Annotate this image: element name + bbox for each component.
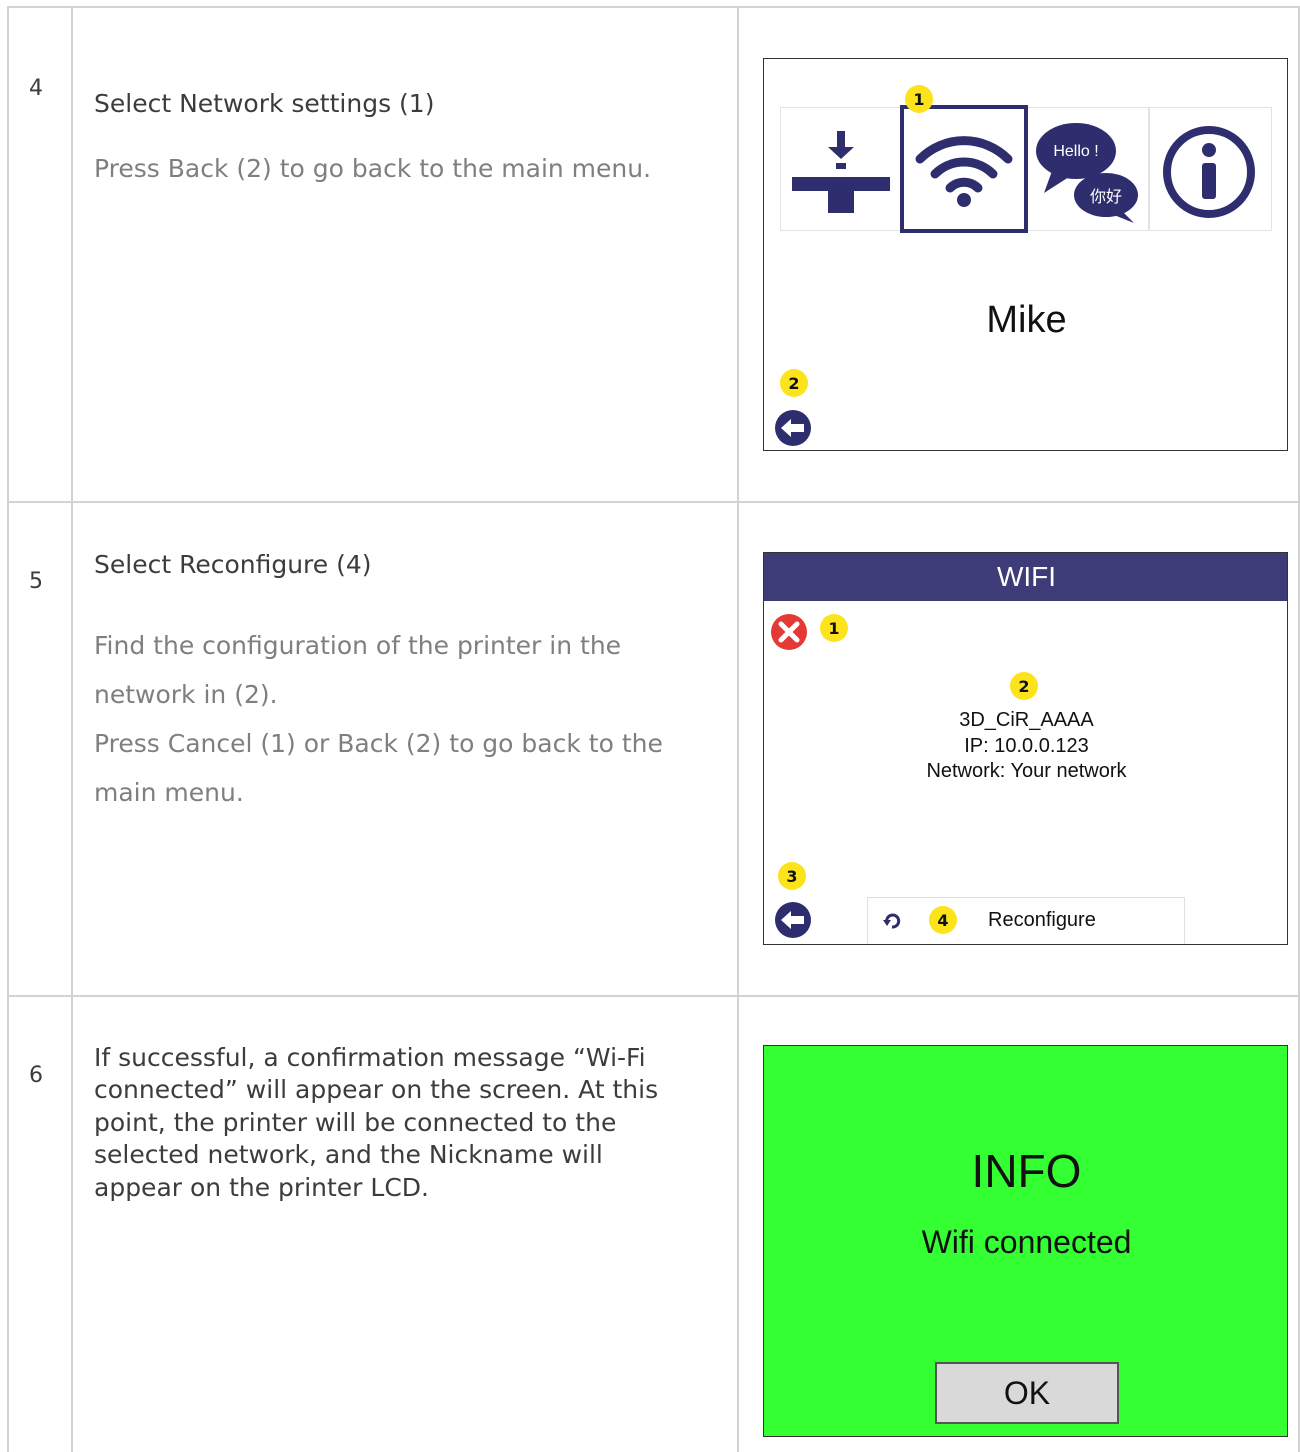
- step-instruction: selected network, and the Nickname will: [94, 1140, 603, 1169]
- step-instruction: connected” will appear on the screen. At…: [94, 1075, 659, 1104]
- step-instruction: appear on the printer LCD.: [94, 1173, 429, 1202]
- step-instruction-detail: Find the configuration of the printer in…: [94, 631, 622, 660]
- callout-badge: 2: [1010, 672, 1038, 700]
- language-icon: Hello ! 你好: [1036, 123, 1138, 223]
- step-instruction-detail: network in (2).: [94, 680, 278, 709]
- step-number: 6: [29, 1063, 43, 1088]
- hello-text: Hello !: [1053, 143, 1098, 160]
- step-instruction-detail: main menu.: [94, 778, 244, 807]
- back-arrow-icon[interactable]: [773, 408, 813, 448]
- step-instruction: If successful, a confirmation message “W…: [94, 1043, 646, 1072]
- printer-nickname: Mike: [986, 299, 1067, 341]
- chinese-text: 你好: [1090, 187, 1122, 206]
- menu-divider: [1148, 107, 1150, 231]
- step-instruction: Select Reconfigure (4): [94, 550, 372, 579]
- ok-button[interactable]: OK: [935, 1362, 1119, 1424]
- step-instruction-detail: Press Back (2) to go back to the main me…: [94, 154, 652, 183]
- callout-badge: 1: [820, 614, 848, 642]
- callout-badge: 4: [929, 906, 957, 934]
- step-number: 4: [29, 76, 43, 101]
- reconfigure-button[interactable]: 4 Reconfigure: [867, 897, 1185, 944]
- cancel-icon[interactable]: [769, 612, 809, 652]
- table-column-divider-1: [71, 6, 73, 1452]
- callout-badge: 3: [778, 862, 806, 890]
- reconfigure-label: Reconfigure: [988, 909, 1096, 931]
- table-column-divider-2: [737, 6, 739, 1452]
- device-name: 3D_CiR_AAAA: [959, 709, 1094, 731]
- network-name: Network: Your network: [926, 760, 1127, 782]
- printer-main-menu-screenshot: 1 Hello ! 你好 Mike 2: [763, 58, 1288, 451]
- table-row-divider-1: [7, 501, 1300, 503]
- info-title: INFO: [971, 1145, 1082, 1197]
- refresh-icon: [883, 913, 901, 929]
- table-border-left: [7, 6, 9, 1452]
- status-message: Wifi connected: [921, 1224, 1132, 1260]
- table-row-divider-2: [7, 995, 1300, 997]
- step-number: 5: [29, 569, 43, 594]
- table-border-top: [7, 6, 1300, 8]
- screen-title-bar: WIFI: [764, 553, 1287, 601]
- callout-badge: 1: [905, 85, 933, 113]
- step-instruction: point, the printer will be connected to …: [94, 1108, 617, 1137]
- back-arrow-icon[interactable]: [773, 900, 813, 940]
- wifi-connected-screenshot: INFO Wifi connected OK: [763, 1045, 1288, 1437]
- callout-badge: 2: [780, 369, 808, 397]
- info-icon: [1163, 126, 1255, 218]
- step-instruction: Select Network settings (1): [94, 89, 435, 118]
- build-plate-icon: [792, 131, 890, 213]
- ip-address: IP: 10.0.0.123: [964, 735, 1089, 757]
- wifi-icon: [915, 136, 1013, 207]
- step-instruction-detail: Press Cancel (1) or Back (2) to go back …: [94, 729, 663, 758]
- wifi-settings-screenshot: WIFI 1 2 3D_CiR_AAAA IP: 10.0.0.123 Netw…: [763, 552, 1288, 945]
